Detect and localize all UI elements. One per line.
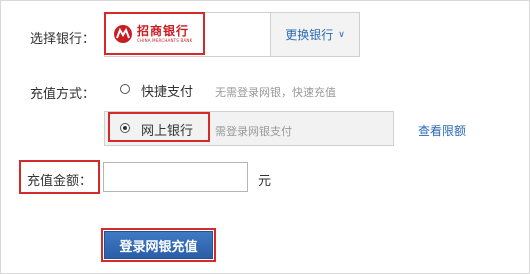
chevron-down-icon: ∨ [338,29,345,40]
switch-bank-button[interactable]: 更换银行 ∨ [270,13,359,56]
amount-label-highlight [19,160,100,194]
amount-input[interactable] [103,162,248,192]
online-banking-hint: 需登录网银支付 [215,125,292,138]
select-bank-label: 选择银行： [30,32,96,47]
quick-pay-label[interactable]: 快捷支付 [141,81,193,100]
view-limit-link[interactable]: 查看限额 [418,122,466,139]
amount-unit: 元 [258,174,272,189]
bank-highlight [104,12,205,55]
switch-bank-label: 更换银行 [285,28,334,42]
online-banking-highlight [108,112,210,142]
quick-pay-hint: 无需登录网银，快速充值 [215,86,336,99]
payment-method-label: 充值方式： [30,87,96,102]
radio-quick-pay[interactable] [120,84,130,94]
submit-highlight [101,228,216,262]
